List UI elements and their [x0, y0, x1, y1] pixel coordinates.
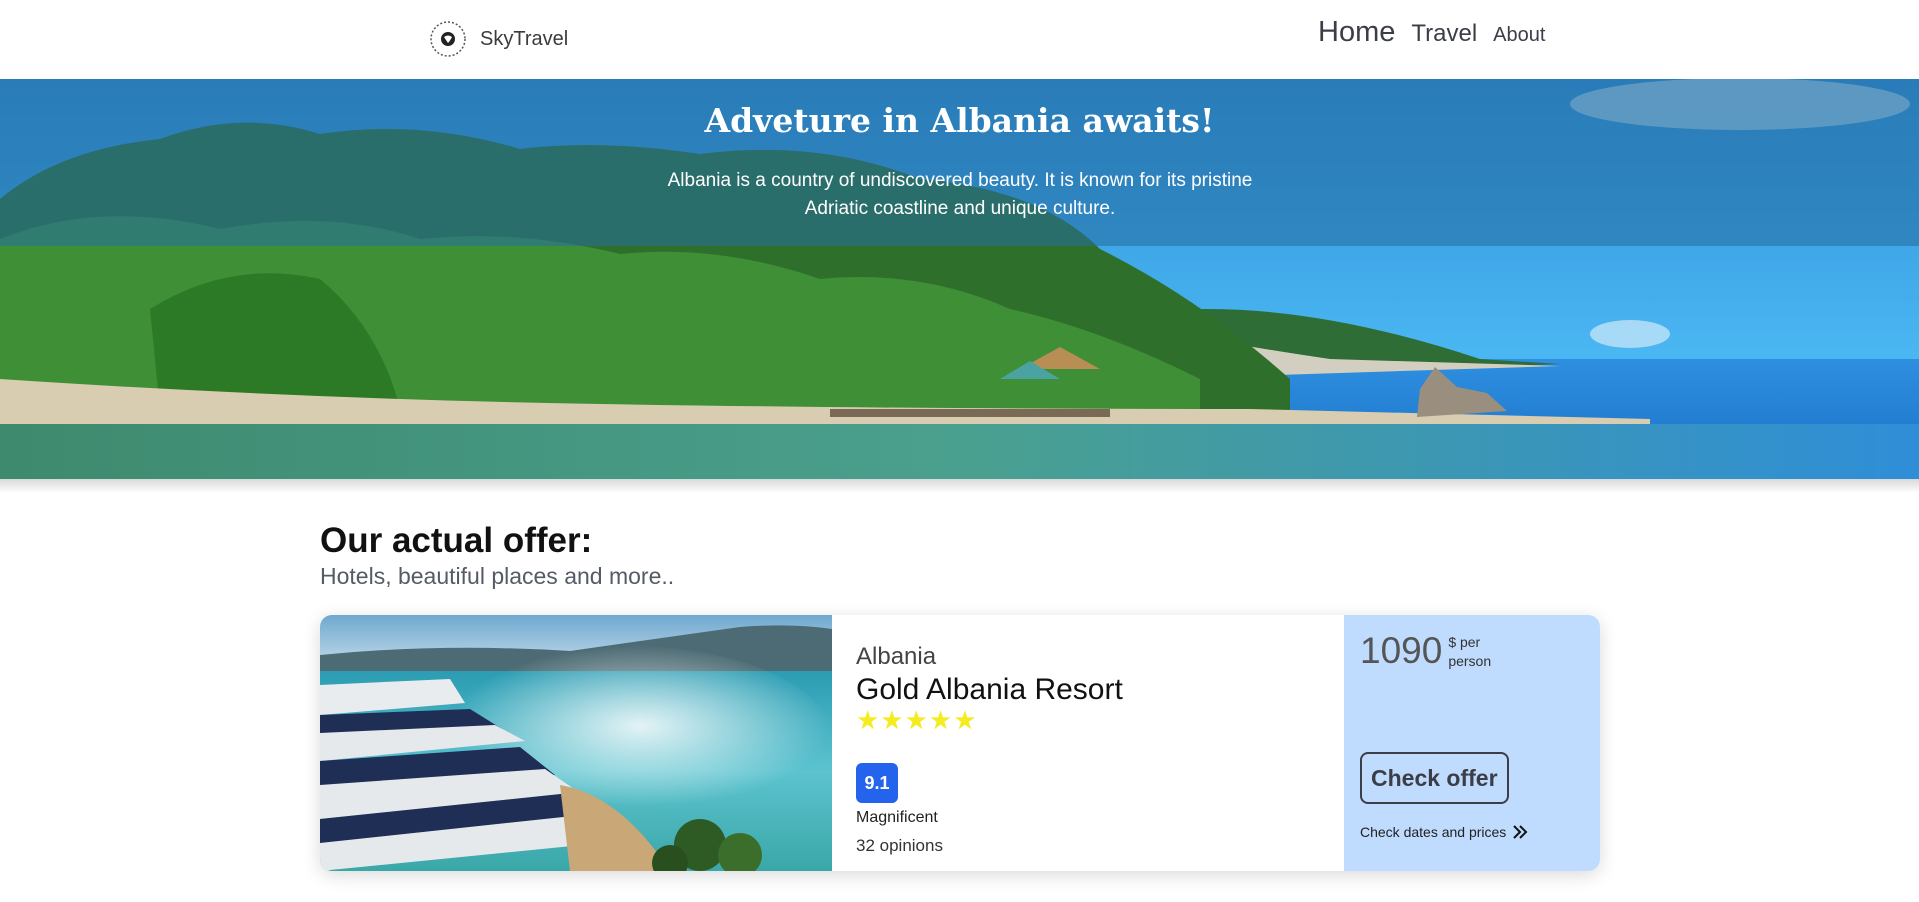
brand-link[interactable]: SkyTravel	[428, 19, 568, 59]
check-dates-label: Check dates and prices	[1360, 824, 1507, 840]
offer-heading: Our actual offer: Hotels, beautiful plac…	[320, 520, 674, 590]
hotel-name[interactable]: Gold Albania Resort	[856, 673, 1123, 707]
hero-banner: Adveture in Albania awaits! Albania is a…	[0, 79, 1919, 479]
hero-text: Albania is a country of undiscovered bea…	[667, 170, 1253, 219]
nav-about[interactable]: About	[1493, 24, 1545, 47]
price-unit: $ per person	[1448, 634, 1492, 669]
hero-title: Adveture in Albania awaits!	[704, 101, 1215, 140]
navbar: SkyTravel Home Travel About	[0, 0, 1919, 79]
price-block: 1090 $ per person	[1360, 631, 1500, 671]
nav-home[interactable]: Home	[1318, 16, 1395, 49]
rating-label: Magnificent	[856, 809, 938, 826]
offer-title: Our actual offer:	[320, 521, 593, 560]
star-rating-icons: ★★★★★	[856, 705, 978, 735]
offer-details: Albania Gold Albania Resort ★★★★★ 9.1 Ma…	[832, 615, 1344, 871]
main-nav: Home Travel About	[1318, 16, 1545, 49]
offer-card: Albania Gold Albania Resort ★★★★★ 9.1 Ma…	[320, 615, 1600, 871]
rating-badge: 9.1	[856, 763, 898, 803]
hero-shadow	[0, 479, 1919, 493]
offer-country: Albania	[856, 643, 937, 670]
price-panel: 1090 $ per person Check offer Check date…	[1344, 615, 1600, 871]
check-offer-button[interactable]: Check offer	[1360, 752, 1509, 804]
offer-subtitle: Hotels, beautiful places and more..	[320, 563, 675, 589]
globe-logo-icon	[430, 21, 466, 57]
hotel-photo	[320, 615, 832, 871]
opinions-count[interactable]: 32 opinions	[856, 836, 943, 856]
double-chevron-right-icon	[1513, 825, 1528, 839]
brand-name: SkyTravel	[480, 27, 569, 50]
check-dates-link[interactable]: Check dates and prices	[1360, 822, 1530, 842]
nav-travel[interactable]: Travel	[1411, 20, 1477, 48]
price-value: 1090	[1360, 630, 1443, 671]
